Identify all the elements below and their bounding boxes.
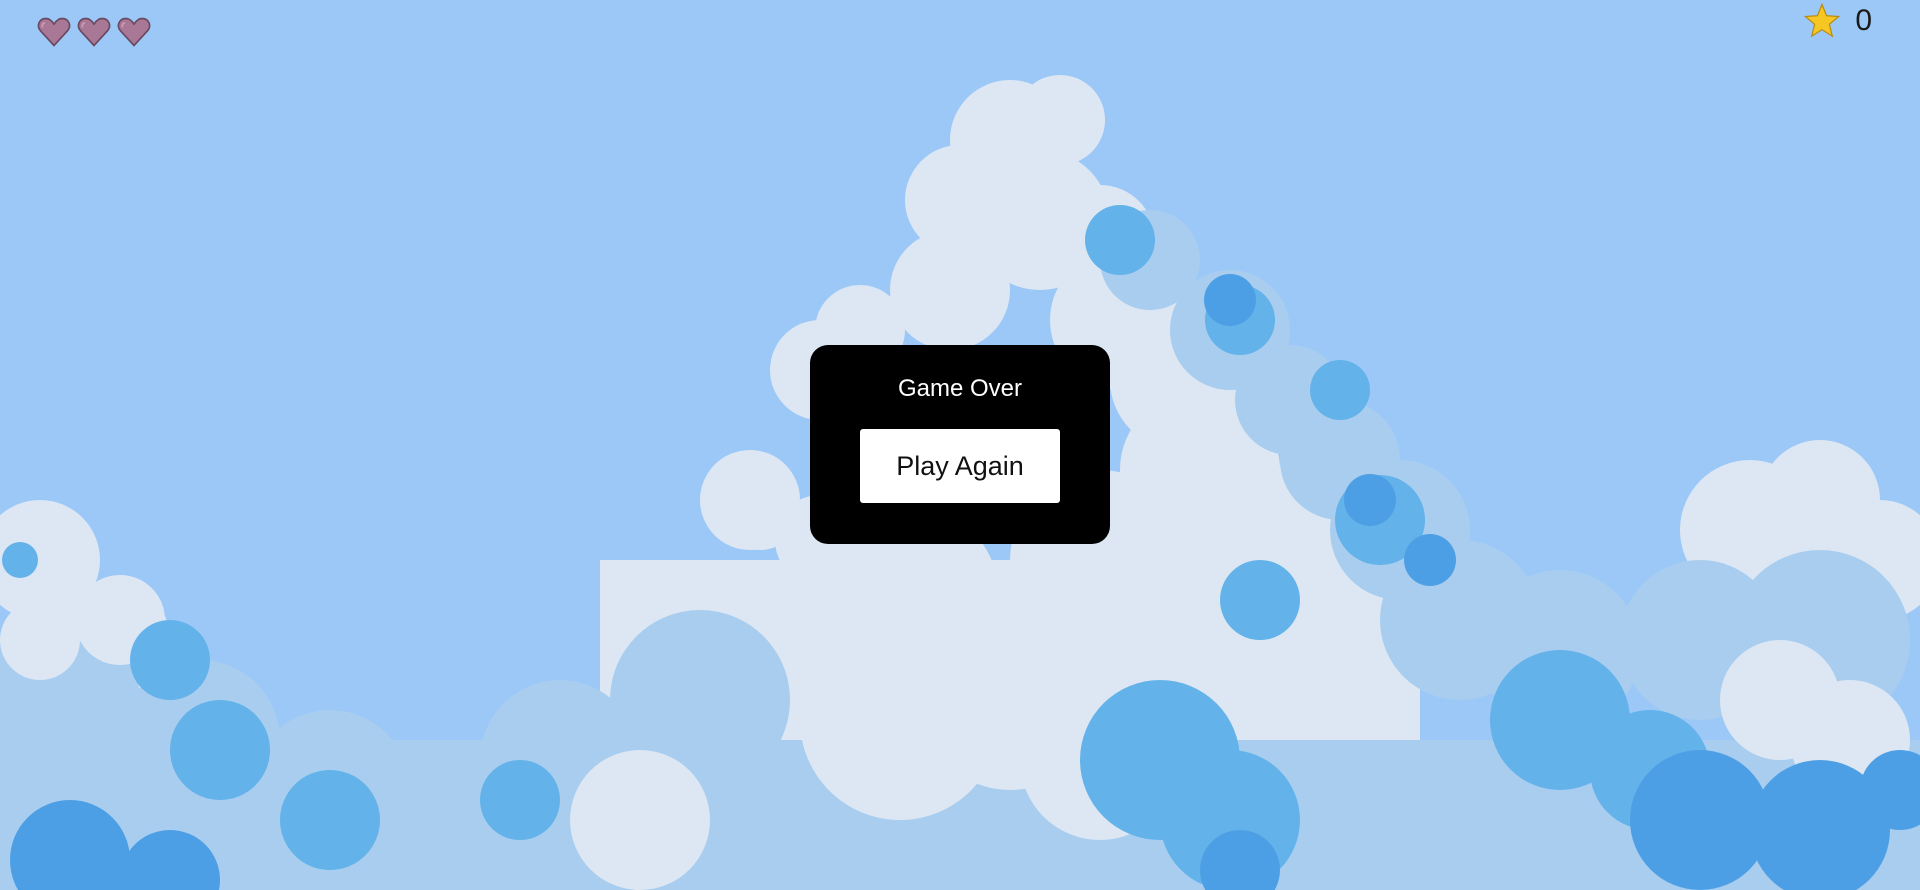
score-value: 0 (1855, 4, 1872, 37)
lives-display (36, 14, 152, 50)
heart-icon (37, 17, 71, 47)
heart-icon (77, 17, 111, 47)
star-icon (1804, 2, 1841, 38)
heart-icon (117, 17, 151, 47)
game-over-title: Game Over (897, 375, 1023, 402)
game-over-dialog: Game Over Play Again (810, 345, 1110, 544)
score-display: 0 (1803, 2, 1872, 40)
play-again-button[interactable]: Play Again (860, 429, 1060, 503)
game-screen: 0 Game Over Play Again (0, 0, 1920, 890)
